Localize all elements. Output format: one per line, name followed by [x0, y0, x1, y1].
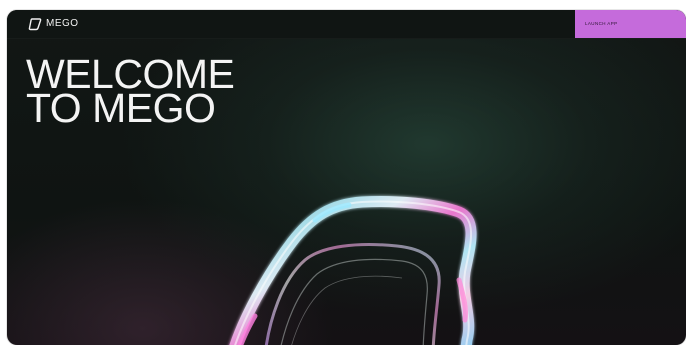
- brand-logo[interactable]: MEGO: [28, 17, 79, 31]
- brand-name: MEGO: [46, 18, 79, 29]
- launch-app-button[interactable]: LAUNCH APP: [575, 10, 686, 38]
- top-navbar: MEGO LAUNCH APP: [7, 10, 686, 39]
- iridescent-ring-graphic: [229, 196, 477, 345]
- mego-logo-icon: [28, 18, 42, 31]
- hero-title-line-2: TO MEGO: [26, 85, 216, 131]
- app-window: MEGO LAUNCH APP WELCOME TO MEGO: [7, 10, 686, 345]
- hero-title: WELCOME TO MEGO: [26, 54, 235, 131]
